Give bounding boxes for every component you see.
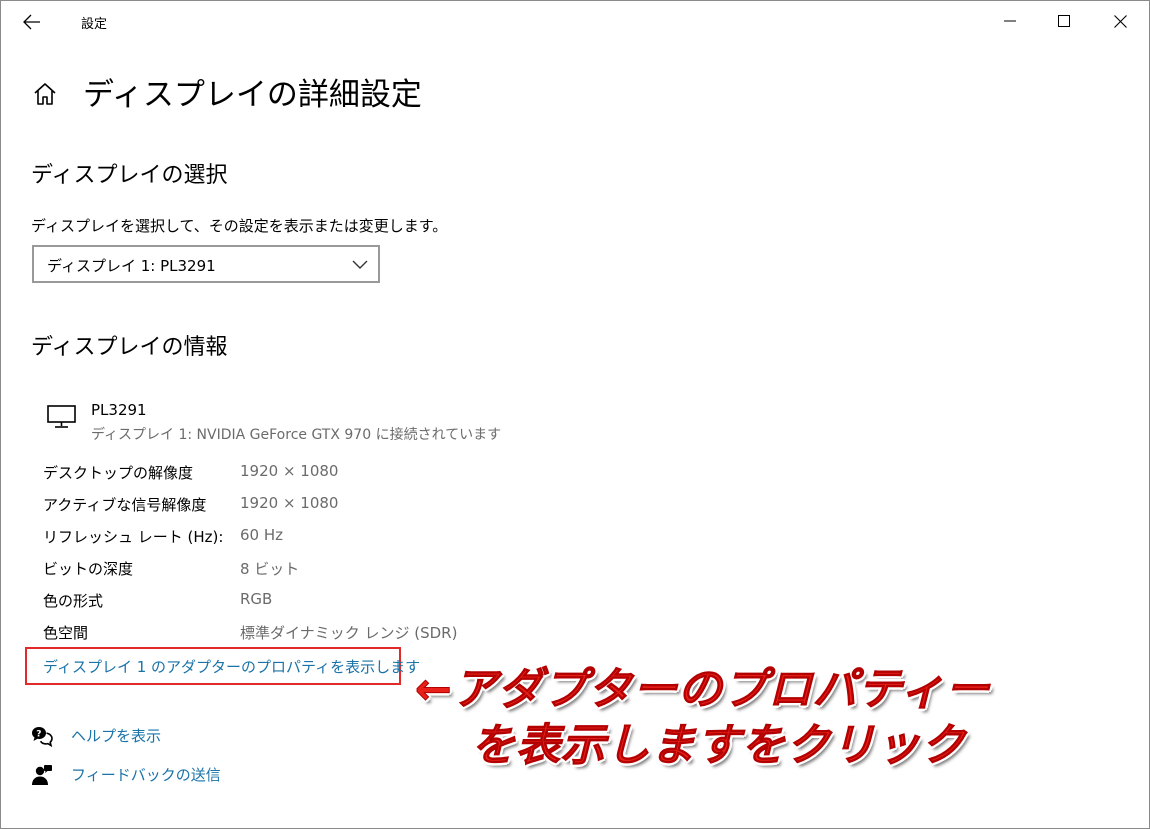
help-chat-icon: ? xyxy=(32,727,53,747)
info-label: デスクトップの解像度 xyxy=(43,464,194,482)
display-dropdown[interactable]: ディスプレイ 1: PL3291 xyxy=(32,245,380,283)
monitor-icon xyxy=(47,405,76,428)
help-link[interactable]: ? ヘルプを表示 xyxy=(31,723,291,751)
info-value: 標準ダイナミック レンジ (SDR) xyxy=(240,624,458,642)
info-value: 8 ビット xyxy=(240,560,300,578)
info-row-desktop-resolution: デスクトップの解像度 1920 × 1080 xyxy=(43,462,563,486)
display-select-description: ディスプレイを選択して、その設定を表示または変更します。 xyxy=(31,217,448,235)
page-title: ディスプレイの詳細設定 xyxy=(83,77,422,113)
app-title: 設定 xyxy=(81,17,108,32)
monitor-connection: ディスプレイ 1: NVIDIA GeForce GTX 970 に接続されてい… xyxy=(91,427,502,443)
annotation-callout-line1: ←アダプターのプロパティー xyxy=(414,664,991,716)
maximize-icon[interactable] xyxy=(1041,5,1087,37)
info-value: 1920 × 1080 xyxy=(240,494,339,512)
display-dropdown-value: ディスプレイ 1: PL3291 xyxy=(47,257,216,275)
info-label: 色空間 xyxy=(43,624,89,642)
annotation-callout-line2: を表示しますをクリック xyxy=(471,720,966,772)
home-icon[interactable] xyxy=(31,80,59,108)
info-row-color-space: 色空間 標準ダイナミック レンジ (SDR) xyxy=(43,622,563,646)
settings-window: 設定 ディスプレイの詳細設定 ディスプレイの選択 ディスプレイを選択して、その設… xyxy=(0,0,1150,829)
svg-text:?: ? xyxy=(36,730,41,740)
monitor-name: PL3291 xyxy=(91,401,147,419)
info-value: 1920 × 1080 xyxy=(240,462,339,480)
info-label: ビットの深度 xyxy=(43,560,134,578)
back-arrow-icon[interactable] xyxy=(15,7,49,37)
info-label: 色の形式 xyxy=(43,592,104,610)
info-row-refresh-rate: リフレッシュ レート (Hz): 60 Hz xyxy=(43,526,563,550)
highlight-box: ディスプレイ 1 のアダプターのプロパティを表示します xyxy=(25,647,420,685)
info-value: 60 Hz xyxy=(240,526,284,544)
feedback-icon xyxy=(32,765,52,785)
title-bar: 設定 xyxy=(1,1,1149,43)
help-link-label: ヘルプを表示 xyxy=(71,727,162,745)
adapter-properties-link[interactable]: ディスプレイ 1 のアダプターのプロパティを表示します xyxy=(43,656,420,677)
display-info-heading: ディスプレイの情報 xyxy=(31,335,228,360)
info-value: RGB xyxy=(240,590,273,608)
minimize-icon[interactable] xyxy=(987,5,1033,37)
display-select-heading: ディスプレイの選択 xyxy=(31,163,228,188)
info-row-color-format: 色の形式 RGB xyxy=(43,590,563,614)
info-label: アクティブな信号解像度 xyxy=(43,496,207,514)
close-icon[interactable] xyxy=(1097,5,1143,37)
feedback-link[interactable]: フィードバックの送信 xyxy=(31,762,291,790)
info-label: リフレッシュ レート (Hz): xyxy=(43,528,224,546)
chevron-down-icon xyxy=(352,260,368,269)
info-row-active-signal-resolution: アクティブな信号解像度 1920 × 1080 xyxy=(43,494,563,518)
info-row-bit-depth: ビットの深度 8 ビット xyxy=(43,558,563,582)
feedback-link-label: フィードバックの送信 xyxy=(71,766,221,784)
